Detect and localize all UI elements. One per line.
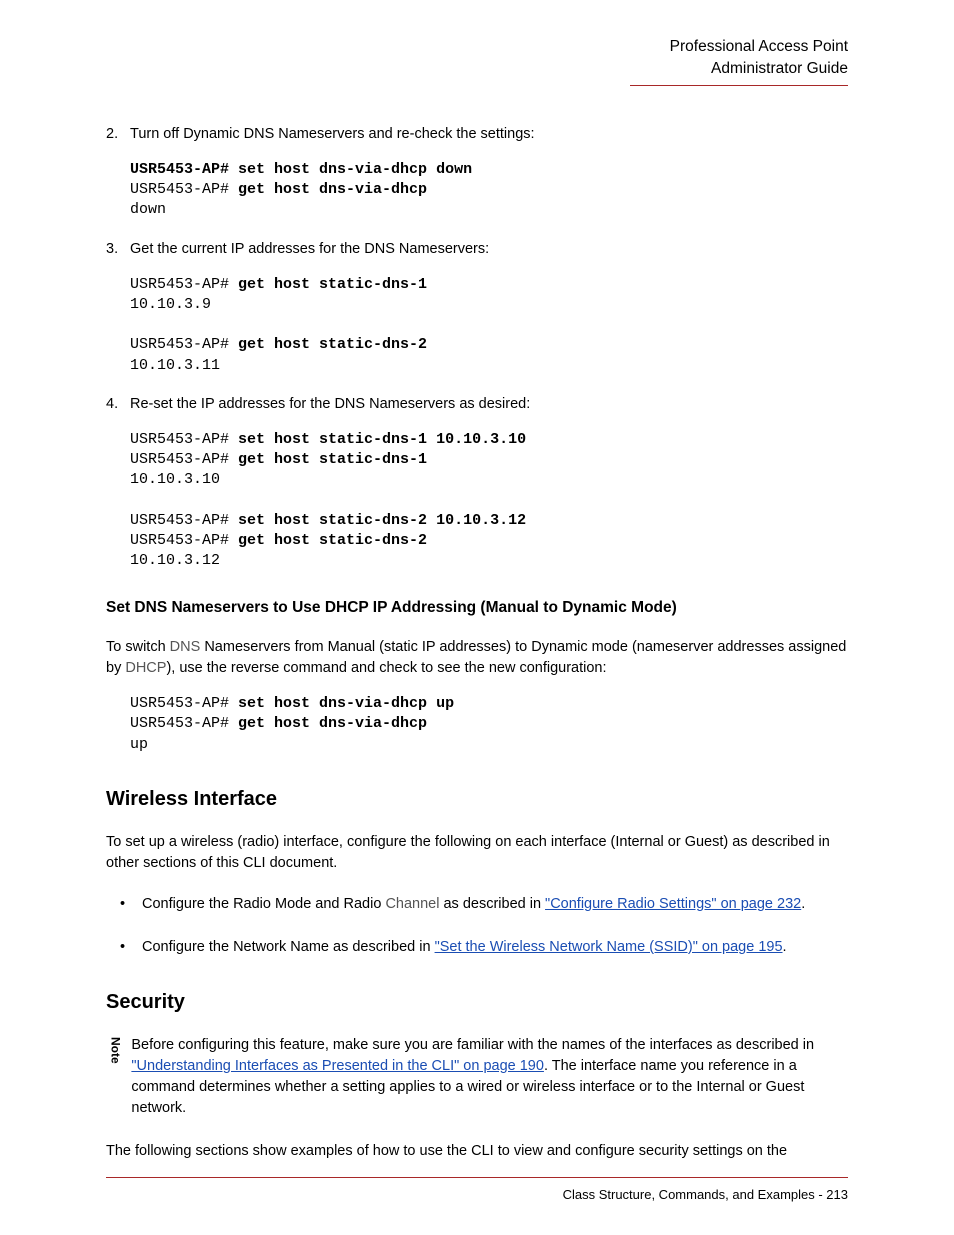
section-paragraph: To switch DNS Nameservers from Manual (s…	[106, 637, 848, 679]
step-text: Get the current IP addresses for the DNS…	[130, 239, 848, 260]
glossary-dhcp: DHCP	[125, 660, 166, 676]
step-2: 2. Turn off Dynamic DNS Nameservers and …	[106, 124, 848, 145]
section-heading-dns-dhcp: Set DNS Nameservers to Use DHCP IP Addre…	[106, 597, 848, 619]
code-block-dhcp-up: USR5453-AP# set host dns-via-dhcp up USR…	[130, 694, 848, 755]
step-number: 2.	[106, 124, 130, 145]
link-set-ssid[interactable]: "Set the Wireless Network Name (SSID)" o…	[435, 939, 783, 955]
code-block-step-4: USR5453-AP# set host static-dns-1 10.10.…	[130, 430, 848, 572]
header-rule	[630, 85, 848, 86]
code-block-step-3: USR5453-AP# get host static-dns-1 10.10.…	[130, 275, 848, 376]
heading-security: Security	[106, 988, 848, 1017]
step-number: 3.	[106, 239, 130, 260]
step-3: 3. Get the current IP addresses for the …	[106, 239, 848, 260]
step-text: Turn off Dynamic DNS Nameservers and re-…	[130, 124, 848, 145]
security-paragraph: The following sections show examples of …	[106, 1141, 848, 1162]
footer-rule	[106, 1177, 848, 1178]
glossary-dns: DNS	[170, 639, 201, 655]
page-footer: Class Structure, Commands, and Examples …	[106, 1177, 848, 1205]
note-label: Note	[106, 1035, 123, 1119]
footer-text: Class Structure, Commands, and Examples …	[106, 1186, 848, 1205]
step-number: 4.	[106, 394, 130, 415]
wireless-bullet-list: Configure the Radio Mode and Radio Chann…	[106, 894, 848, 958]
glossary-channel: Channel	[385, 896, 439, 912]
wireless-paragraph: To set up a wireless (radio) interface, …	[106, 832, 848, 874]
note-content: Before configuring this feature, make su…	[131, 1035, 848, 1119]
heading-wireless-interface: Wireless Interface	[106, 785, 848, 814]
code-block-step-2: USR5453-AP# set host dns-via-dhcp down U…	[130, 160, 848, 221]
list-item: Configure the Network Name as described …	[110, 937, 848, 958]
header-title-1: Professional Access Point	[106, 36, 848, 58]
note-block: Note Before configuring this feature, ma…	[106, 1035, 848, 1119]
page-header: Professional Access Point Administrator …	[106, 36, 848, 86]
link-understanding-interfaces[interactable]: "Understanding Interfaces as Presented i…	[131, 1058, 544, 1074]
link-configure-radio-settings[interactable]: "Configure Radio Settings" on page 232	[545, 896, 801, 912]
step-text: Re-set the IP addresses for the DNS Name…	[130, 394, 848, 415]
header-title-2: Administrator Guide	[106, 58, 848, 80]
step-4: 4. Re-set the IP addresses for the DNS N…	[106, 394, 848, 415]
list-item: Configure the Radio Mode and Radio Chann…	[110, 894, 848, 915]
